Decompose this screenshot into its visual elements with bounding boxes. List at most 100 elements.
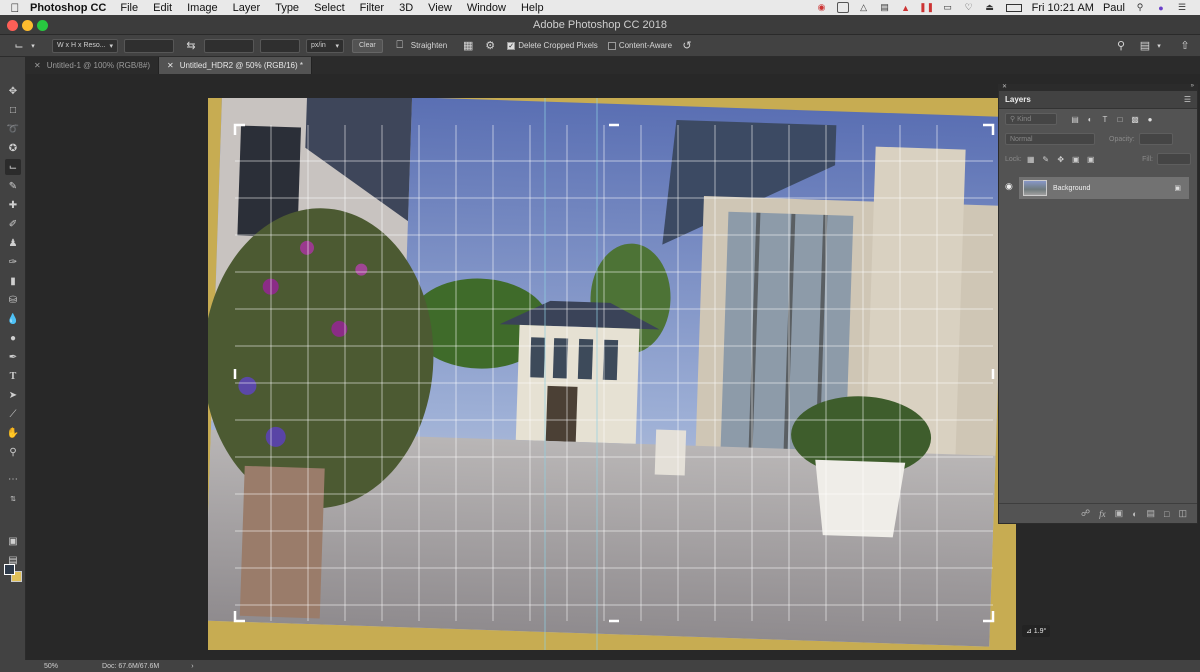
clipboard-icon[interactable]: ▤	[879, 2, 891, 13]
type-filter-icon[interactable]: T	[1099, 113, 1111, 125]
menu-filter[interactable]: Filter	[360, 2, 384, 14]
share-icon[interactable]: ⇧	[1178, 39, 1192, 53]
quick-select-tool-icon[interactable]: ✪	[5, 140, 21, 156]
more-tools-icon[interactable]: ⋯	[5, 471, 21, 487]
width-input[interactable]	[124, 38, 174, 53]
close-panel-icon[interactable]: ✕	[1002, 83, 1007, 90]
ratio-preset-select[interactable]: W x H x Reso... ▾	[52, 38, 118, 53]
lock-artboard-icon[interactable]: ▣	[1070, 153, 1082, 165]
workspace-icon[interactable]: ▤	[1138, 39, 1152, 53]
trash-icon[interactable]: ◫	[1178, 508, 1187, 519]
layers-tab[interactable]: Layers	[1005, 95, 1031, 104]
crop-tool-icon[interactable]: ⌙	[5, 159, 21, 175]
fill-input[interactable]	[1157, 153, 1191, 165]
clear-button[interactable]: Clear	[352, 38, 383, 53]
tab-untitled-1[interactable]: ✕ Untitled-1 @ 100% (RGB/8#)	[26, 57, 159, 74]
units-select[interactable]: px/in ▾	[306, 38, 344, 53]
doc-size[interactable]: Doc: 67.6M/67.6M	[102, 663, 159, 670]
hand-tool-icon[interactable]: ✋	[5, 425, 21, 441]
lock-pixels-icon[interactable]: ✎	[1040, 153, 1052, 165]
menu-view[interactable]: View	[428, 2, 452, 14]
tab-untitled-hdr2[interactable]: ✕ Untitled_HDR2 @ 50% (RGB/16) *	[158, 57, 312, 74]
chevron-down-icon[interactable]: ▾	[1152, 39, 1166, 53]
lock-position-icon[interactable]: ✥	[1055, 153, 1067, 165]
shield-icon[interactable]: ▲	[900, 2, 912, 13]
eject-icon[interactable]: ⏏	[984, 2, 996, 13]
paint-bucket-tool-icon[interactable]: ⛁	[5, 292, 21, 308]
chevron-down-icon[interactable]: ▾	[26, 39, 40, 53]
clone-stamp-tool-icon[interactable]: ♟	[5, 235, 21, 251]
lock-all-icon[interactable]: ▣	[1085, 153, 1097, 165]
battery-icon[interactable]	[1005, 2, 1023, 13]
line-tool-icon[interactable]: ⟋	[5, 406, 21, 422]
wifi-icon[interactable]: ♡	[963, 2, 975, 13]
new-adjustment-icon[interactable]: ◐	[1132, 509, 1137, 519]
menu-window[interactable]: Window	[467, 2, 506, 14]
dodge-tool-icon[interactable]: ●	[5, 330, 21, 346]
menu-file[interactable]: File	[120, 2, 138, 14]
healing-brush-tool-icon[interactable]: ✚	[5, 197, 21, 213]
drive-icon[interactable]: △	[858, 2, 870, 13]
brush-tool-icon[interactable]: ✐	[5, 216, 21, 232]
close-tab-icon[interactable]: ✕	[34, 61, 41, 70]
height-input[interactable]	[204, 38, 254, 53]
status-menu-icon[interactable]: ›	[191, 663, 193, 670]
link-layers-icon[interactable]: ☍	[1081, 508, 1090, 519]
grid-overlay-icon[interactable]: ▦	[461, 39, 475, 53]
search-icon[interactable]: ⚲	[1134, 2, 1146, 13]
zoom-tool-icon[interactable]: ⚲	[5, 444, 21, 460]
menu-layer[interactable]: Layer	[233, 2, 261, 14]
marquee-tool-icon[interactable]: □	[5, 102, 21, 118]
menu-help[interactable]: Help	[521, 2, 544, 14]
straighten-label[interactable]: Straighten	[411, 41, 447, 50]
quick-mask-icon[interactable]: ▣	[5, 533, 21, 549]
panel-menu-icon[interactable]: ☰	[1184, 95, 1191, 104]
record-icon[interactable]: ◉	[816, 2, 828, 13]
menu-clock[interactable]: Fri 10:21 AM	[1032, 2, 1094, 14]
menu-user[interactable]: Paul	[1103, 2, 1125, 14]
layer-row-background[interactable]: Background ▣	[1019, 177, 1189, 199]
crop-tool-icon[interactable]: ⌙	[12, 39, 26, 53]
new-layer-icon[interactable]: □	[1164, 509, 1169, 519]
swap-colors-icon[interactable]: ⇅	[5, 491, 21, 507]
straighten-icon[interactable]: ⎕	[393, 39, 407, 53]
layer-style-icon[interactable]: fx	[1099, 509, 1106, 519]
eraser-tool-icon[interactable]: ▮	[5, 273, 21, 289]
move-tool-icon[interactable]: ✥	[5, 83, 21, 99]
reset-icon[interactable]: ↺	[680, 39, 694, 53]
shape-filter-icon[interactable]: □	[1114, 113, 1126, 125]
menu-type[interactable]: Type	[275, 2, 299, 14]
content-aware-checkbox[interactable]	[607, 41, 616, 50]
search-icon[interactable]: ⚲	[1114, 39, 1128, 53]
menu-image[interactable]: Image	[187, 2, 218, 14]
airplay-icon[interactable]: ▭	[942, 2, 954, 13]
document-icon[interactable]	[836, 2, 849, 13]
path-selection-tool-icon[interactable]: ➤	[5, 387, 21, 403]
zoom-level[interactable]: 50%	[44, 663, 58, 670]
opacity-input[interactable]	[1138, 133, 1173, 145]
history-brush-tool-icon[interactable]: ✑	[5, 254, 21, 270]
document-canvas[interactable]	[208, 98, 1016, 650]
new-group-icon[interactable]: ▤	[1147, 508, 1156, 519]
visibility-eye-icon[interactable]: ◉	[1005, 181, 1013, 192]
lock-transparency-icon[interactable]: ▦	[1025, 153, 1037, 165]
blend-mode-select[interactable]: Normal	[1005, 133, 1095, 145]
resolution-input[interactable]	[260, 38, 300, 53]
lasso-tool-icon[interactable]: ➰	[5, 121, 21, 137]
swap-icon[interactable]: ⇆	[184, 39, 198, 53]
siri-icon[interactable]: ●	[1155, 2, 1167, 13]
collapse-panel-icon[interactable]: »	[1191, 83, 1194, 89]
adjustment-filter-icon[interactable]: ◐	[1084, 113, 1096, 125]
gear-icon[interactable]: ⚙	[483, 39, 497, 53]
smart-object-filter-icon[interactable]: ▩	[1129, 113, 1141, 125]
menu-edit[interactable]: Edit	[153, 2, 172, 14]
delete-cropped-checkbox[interactable]: ✓	[507, 41, 516, 50]
list-icon[interactable]: ☰	[1176, 2, 1188, 13]
filter-toggle-icon[interactable]: ●	[1144, 113, 1156, 125]
blur-tool-icon[interactable]: 💧	[5, 311, 21, 327]
apple-icon[interactable]: 	[0, 1, 30, 15]
add-mask-icon[interactable]: ▣	[1115, 508, 1124, 519]
pixel-filter-icon[interactable]: ▤	[1069, 113, 1081, 125]
type-tool-icon[interactable]: T	[5, 368, 21, 384]
foreground-color-swatch[interactable]	[4, 564, 15, 575]
